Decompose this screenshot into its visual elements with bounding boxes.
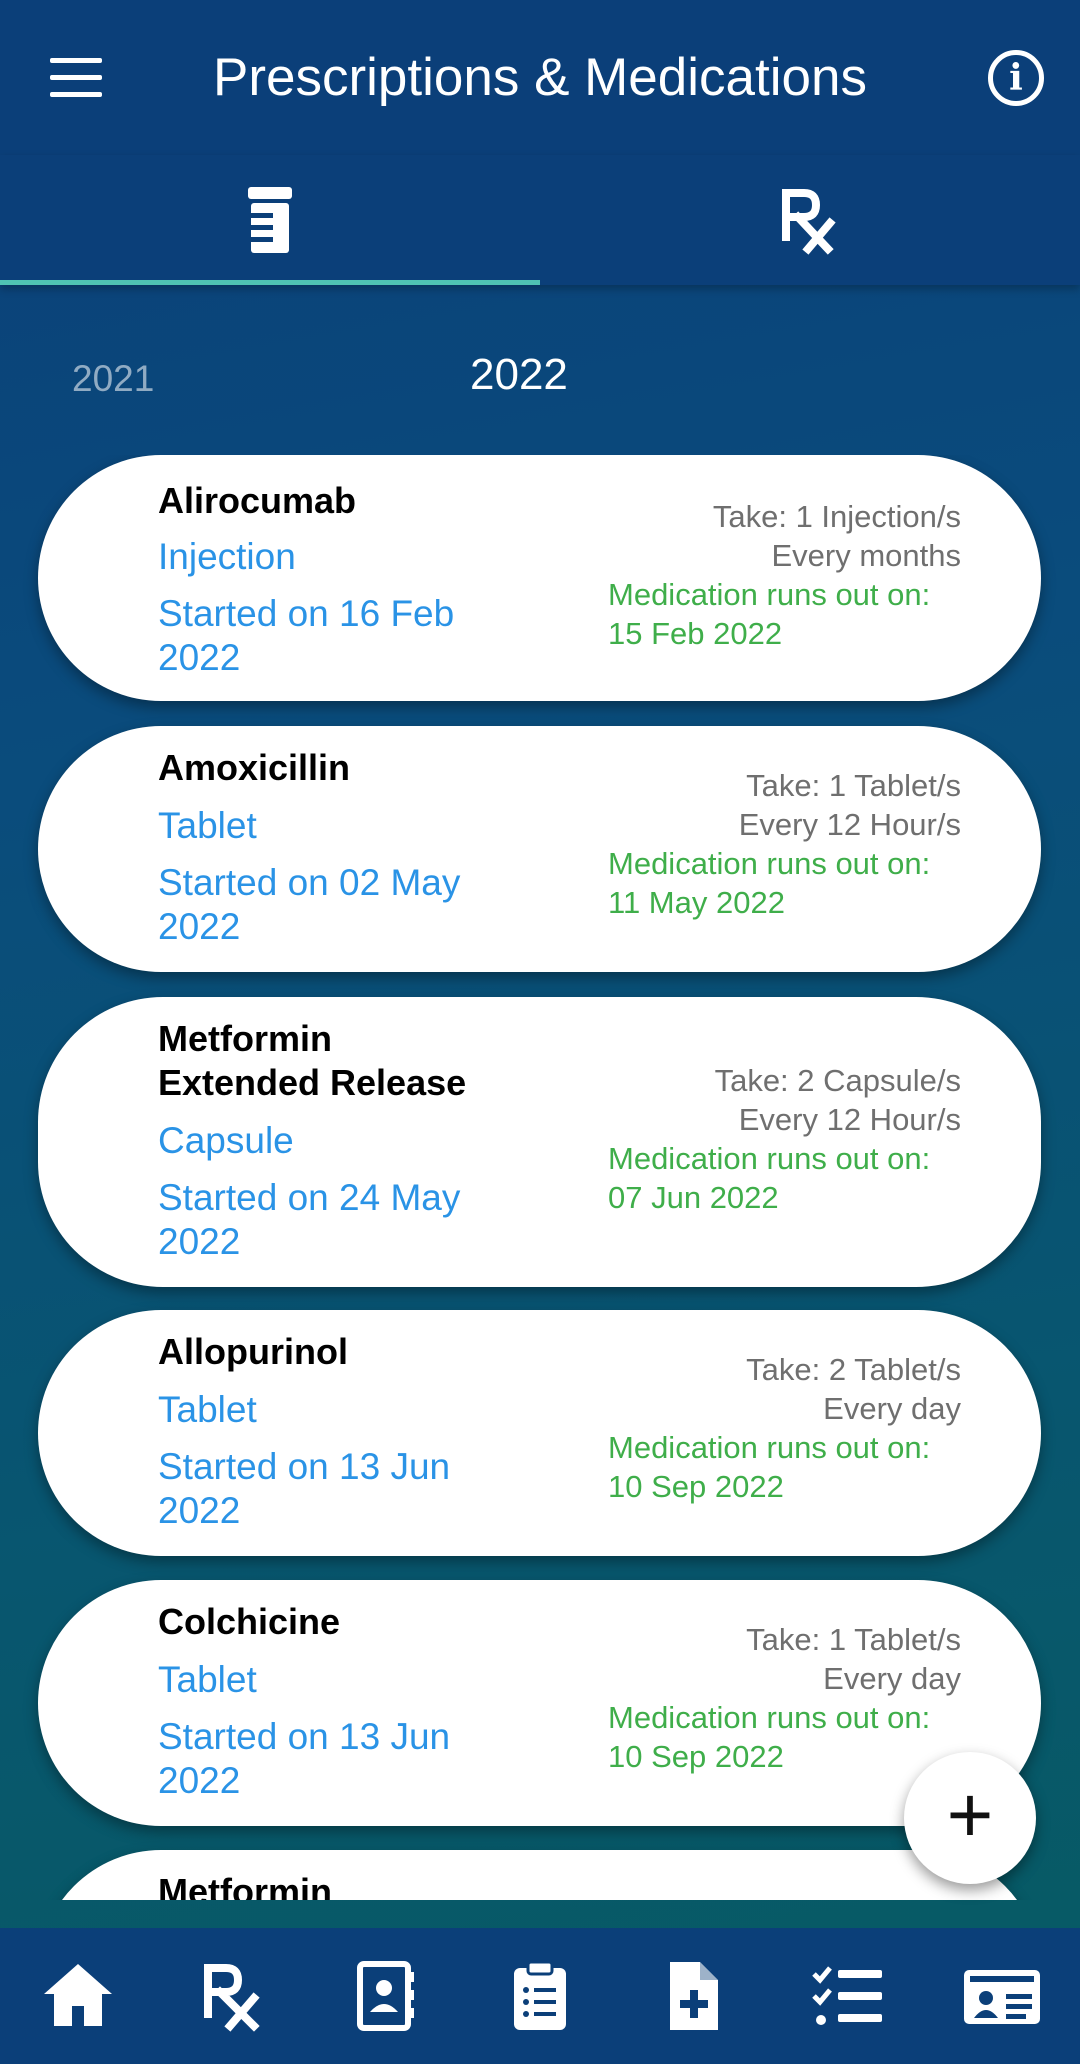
rx-icon xyxy=(204,1964,260,2032)
runs-out-date: 10 Sep 2022 xyxy=(608,1469,784,1504)
app-bar: Prescriptions & Medications i xyxy=(0,0,1080,155)
medication-dose: Take: 2 Capsule/s xyxy=(714,1063,961,1098)
medication-name: Alirocumab xyxy=(158,480,357,521)
clipboard-list-icon xyxy=(514,1960,566,2030)
runs-out-label: Medication runs out on: xyxy=(608,577,931,612)
year-current[interactable]: 2022 xyxy=(470,350,568,400)
medication-name: Colchicine xyxy=(158,1601,341,1642)
nav-contacts[interactable] xyxy=(346,1956,426,2036)
runs-out-label: Medication runs out on: xyxy=(608,1141,931,1176)
runs-out-date: 15 Feb 2022 xyxy=(608,616,783,651)
add-icon: + xyxy=(946,1770,994,1859)
year-previous[interactable]: 2021 xyxy=(72,358,154,400)
runs-out-date: 07 Jun 2022 xyxy=(608,1180,779,1215)
nav-home[interactable] xyxy=(38,1956,118,2036)
medication-frequency: Every day xyxy=(823,1661,961,1696)
medication-card[interactable]: Alirocumab Injection Started on 16 Feb 2… xyxy=(38,455,1041,701)
medication-frequency: Every day xyxy=(823,1391,961,1426)
id-card-icon xyxy=(964,1970,1040,2024)
medication-card[interactable]: Amoxicillin Tablet Started on 02 May 202… xyxy=(38,726,1041,972)
medication-dose: Take: 1 Tablet/s xyxy=(746,1622,961,1657)
tab-medications[interactable] xyxy=(0,155,540,285)
tab-bar xyxy=(0,155,1080,285)
nav-care-plan[interactable] xyxy=(500,1956,580,2036)
runs-out-date: 11 May 2022 xyxy=(608,885,785,920)
medication-start-date: Started on 24 May 2022 xyxy=(158,1177,461,1262)
nav-prescriptions[interactable] xyxy=(192,1956,272,2036)
page-title: Prescriptions & Medications xyxy=(213,48,867,107)
medication-start-date: Started on 13 Jun 2022 xyxy=(158,1716,451,1801)
nav-medical-records[interactable] xyxy=(654,1956,734,2036)
nav-checklist[interactable] xyxy=(808,1956,888,2036)
tab-selected-indicator xyxy=(0,280,540,285)
medication-form: Tablet xyxy=(158,1659,257,1700)
nav-profile[interactable] xyxy=(962,1956,1042,2036)
hamburger-menu-icon[interactable] xyxy=(50,58,102,98)
medication-name: Amoxicillin xyxy=(158,747,351,788)
medication-card[interactable]: Metformin Extended Release Capsule Start… xyxy=(38,997,1041,1287)
medication-name: Allopurinol xyxy=(158,1331,348,1372)
checklist-icon xyxy=(812,1966,882,2025)
add-medication-button[interactable]: + xyxy=(904,1752,1036,1884)
medication-form: Tablet xyxy=(158,805,257,846)
medication-form: Injection xyxy=(158,536,296,577)
runs-out-label: Medication runs out on: xyxy=(608,846,931,881)
medication-start-date: Started on 16 Feb 2022 xyxy=(158,593,455,678)
medication-card[interactable]: Metformin xyxy=(38,1850,1041,1900)
medication-form: Tablet xyxy=(158,1389,257,1430)
medication-start-date: Started on 02 May 2022 xyxy=(158,862,461,947)
contact-book-icon xyxy=(357,1961,414,2031)
medication-runs-out: Medication runs out on: 15 Feb 2022 xyxy=(608,575,968,653)
medication-frequency: Every months xyxy=(771,538,961,573)
medication-start-date: Started on 13 Jun 2022 xyxy=(158,1446,451,1531)
medication-card[interactable]: Allopurinol Tablet Started on 13 Jun 202… xyxy=(38,1310,1041,1556)
medication-frequency: Every 12 Hour/s xyxy=(738,807,961,842)
medication-dose: Take: 1 Tablet/s xyxy=(746,768,961,803)
runs-out-label: Medication runs out on: xyxy=(608,1430,931,1465)
medication-runs-out: Medication runs out on: 07 Jun 2022 xyxy=(608,1139,968,1217)
rx-icon xyxy=(782,189,836,255)
medication-frequency: Every 12 Hour/s xyxy=(738,1102,961,1137)
tab-prescriptions[interactable] xyxy=(540,155,1080,285)
home-icon xyxy=(44,1964,112,2026)
medication-name: Metformin Extended Release xyxy=(158,1018,467,1103)
year-selector: 2021 2022 xyxy=(0,350,1080,410)
medication-card[interactable]: Colchicine Tablet Started on 13 Jun 2022… xyxy=(38,1580,1041,1826)
pill-bottle-icon xyxy=(248,187,292,253)
medication-list: Alirocumab Injection Started on 16 Feb 2… xyxy=(0,455,1080,1900)
medication-dose: Take: 1 Injection/s xyxy=(712,499,961,534)
bottom-navigation xyxy=(0,1928,1080,2064)
medication-runs-out: Medication runs out on: 11 May 2022 xyxy=(608,844,968,922)
medication-runs-out: Medication runs out on: 10 Sep 2022 xyxy=(608,1428,968,1506)
runs-out-label: Medication runs out on: xyxy=(608,1700,931,1735)
medication-name: Metformin xyxy=(158,1871,332,1900)
medical-file-icon xyxy=(670,1962,718,2030)
info-icon[interactable]: i xyxy=(988,50,1044,106)
medication-dose: Take: 2 Tablet/s xyxy=(746,1352,961,1387)
medication-form: Capsule xyxy=(158,1120,294,1161)
